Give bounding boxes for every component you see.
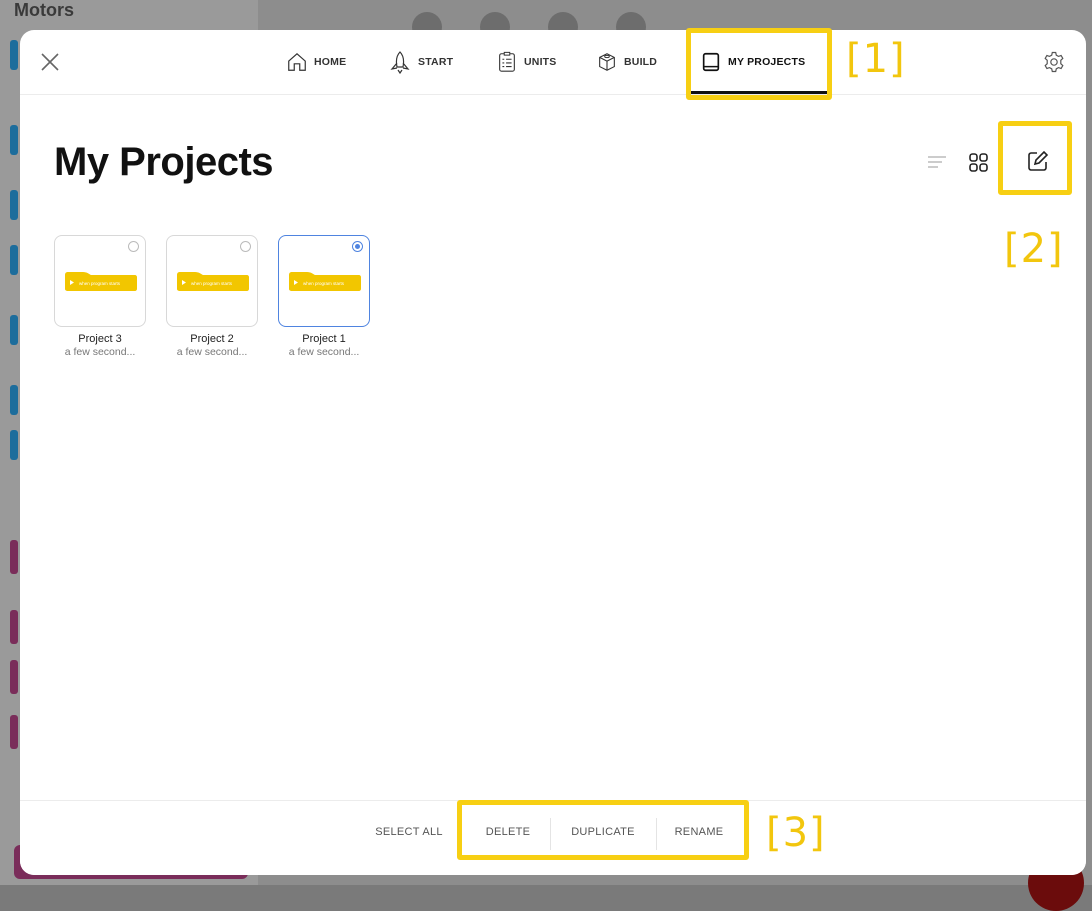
page-title: My Projects [54,140,274,184]
program-block-text: when program starts [79,281,121,286]
select-all-button[interactable]: SELECT ALL [366,801,452,863]
program-block-text: when program starts [191,281,233,286]
select-radio[interactable] [240,241,251,252]
background-block [10,715,18,749]
project-card-project-1[interactable]: when program starts Project 1 a few seco… [278,235,370,358]
project-date: a few second... [288,346,360,358]
nav-home[interactable]: HOME [286,30,346,94]
nav-home-label: HOME [314,56,347,68]
program-block-text: when program starts [303,281,345,286]
nav-build-label: BUILD [624,56,658,68]
project-name: Project 1 [302,333,346,345]
project-name: Project 2 [190,333,234,345]
nav-start[interactable]: START [388,30,453,94]
background-block [10,40,18,70]
project-date: a few second... [176,346,248,358]
project-name: Project 3 [78,333,122,345]
program-block-thumbnail: when program starts [289,272,361,291]
checklist-icon [499,51,515,72]
project-thumbnail[interactable]: when program starts [166,235,258,327]
background-block [10,125,18,155]
annotation-label-3: [3] [766,810,826,856]
background-block [10,610,18,644]
brick-icon [599,53,615,71]
program-block-thumbnail: when program starts [177,272,249,291]
gear-icon[interactable] [1042,50,1066,74]
background-block [10,660,18,694]
highlight-box-2 [998,121,1072,195]
select-radio[interactable] [128,241,139,252]
project-date: a few second... [64,346,136,358]
background-block [10,315,18,345]
nav-units[interactable]: UNITS [496,30,557,94]
rocket-icon [390,51,410,74]
nav-start-label: START [418,56,454,68]
background-block [10,385,18,415]
top-navigation-bar: HOME START UNITS BUILD MY PROJECTS [20,30,1086,95]
background-block [10,245,18,275]
project-thumbnail[interactable]: when program starts [278,235,370,327]
highlight-box-3 [457,800,749,860]
home-icon [288,52,306,71]
project-thumbnail[interactable]: when program starts [54,235,146,327]
grid-view-icon[interactable] [968,152,990,174]
background-block [10,190,18,220]
background-panel-title: Motors [14,0,74,20]
select-radio-checked[interactable] [352,241,363,252]
my-projects-modal: HOME START UNITS BUILD MY PROJECTS My Pr… [20,30,1086,875]
background-block [10,540,18,574]
close-icon[interactable] [38,50,62,74]
highlight-box-1 [686,28,832,100]
annotation-label-2: [2] [1004,226,1064,272]
list-view-icon[interactable] [926,152,948,174]
annotation-label-1: [1] [846,36,906,82]
project-card-project-3[interactable]: when program starts Project 3 a few seco… [54,235,146,358]
nav-units-label: UNITS [524,56,557,68]
project-card-project-2[interactable]: when program starts Project 2 a few seco… [166,235,258,358]
background-block [10,430,18,460]
program-block-thumbnail: when program starts [65,272,137,291]
nav-build[interactable]: BUILD [596,30,657,94]
